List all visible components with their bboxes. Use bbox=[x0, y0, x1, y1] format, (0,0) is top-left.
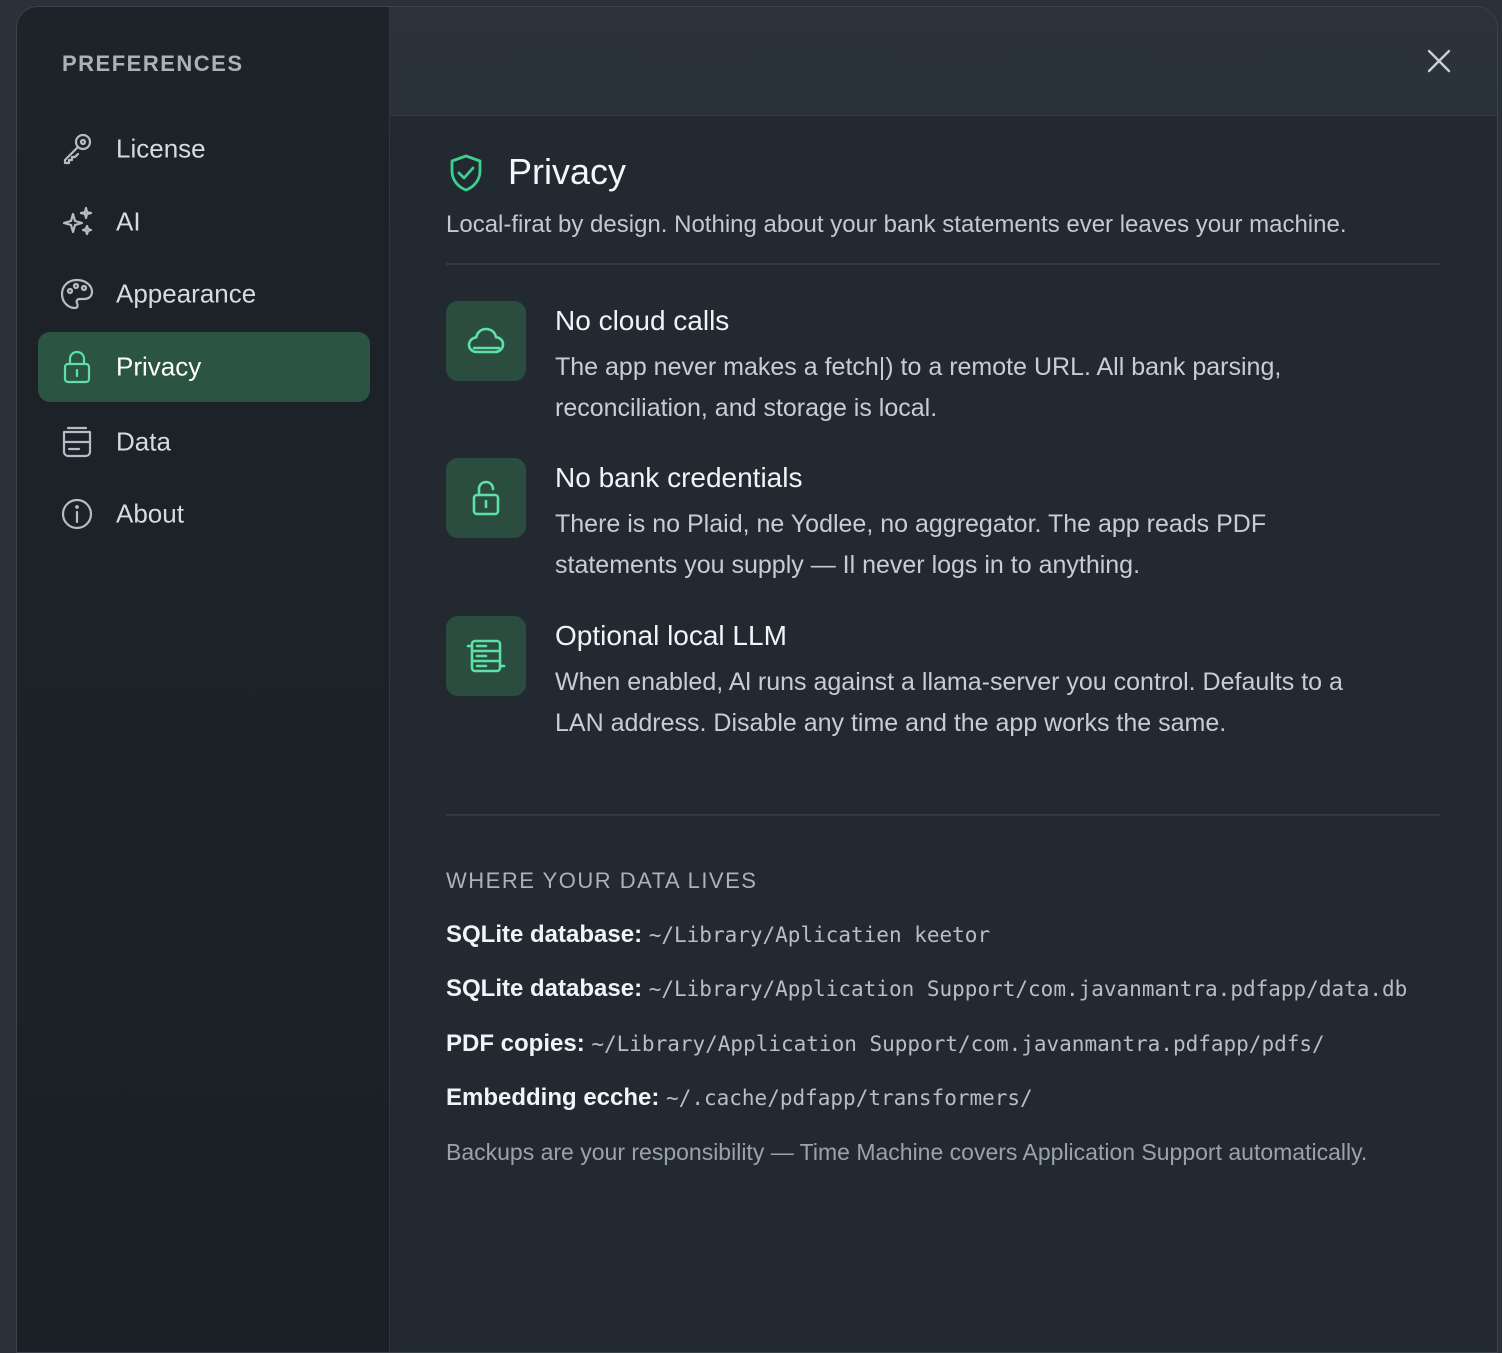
sidebar-item-label: Privacy bbox=[116, 351, 202, 382]
feature-title: No cloud calls bbox=[555, 305, 730, 336]
data-path-label: PDF copies: bbox=[446, 1030, 592, 1057]
server-icon bbox=[466, 639, 506, 673]
backup-note: Backups are your responsibility — Time M… bbox=[446, 1139, 1368, 1165]
feature-icon-box bbox=[446, 458, 526, 538]
sidebar-item-about[interactable]: About bbox=[38, 479, 370, 549]
feature-description: When enabled, Al runs against a llama-se… bbox=[555, 668, 1343, 737]
sparkle-icon bbox=[59, 204, 95, 240]
unlock-icon bbox=[472, 480, 500, 516]
divider bbox=[446, 263, 1440, 265]
close-button[interactable] bbox=[1423, 45, 1455, 77]
data-path-value: ~/Library/Application Support/com.javanm… bbox=[648, 977, 1408, 1001]
sidebar-item-label: Data bbox=[116, 426, 171, 457]
feature-icon-box bbox=[446, 616, 526, 696]
sidebar-item-label: Appearance bbox=[116, 278, 257, 309]
divider bbox=[446, 814, 1440, 816]
database-icon bbox=[59, 424, 95, 460]
sidebar-item-label: License bbox=[116, 133, 206, 164]
page-header: Privacy bbox=[446, 151, 1046, 199]
data-path-row: Embedding ecche: ~/.cache/pdfapp/transfo… bbox=[446, 1084, 1456, 1112]
info-icon bbox=[59, 496, 95, 532]
sidebar-item-license[interactable]: License bbox=[38, 114, 370, 184]
preferences-window: PREFERENCES License AI Appearance Privac… bbox=[16, 6, 1498, 1353]
data-path-row: PDF copies: ~/Library/Application Suppor… bbox=[446, 1030, 1456, 1058]
data-path-value: ~/.cache/pdfapp/transformers/ bbox=[666, 1086, 1033, 1110]
main-panel: Privacy Local-firat by design. Nothing a… bbox=[390, 7, 1497, 1352]
feature-description: There is no Plaid, ne Yodlee, no aggrega… bbox=[555, 510, 1267, 579]
sidebar: PREFERENCES License AI Appearance Privac… bbox=[17, 7, 390, 1352]
title-bar bbox=[390, 7, 1497, 116]
sidebar-item-data[interactable]: Data bbox=[38, 407, 370, 477]
data-path-label: SQLite database: bbox=[446, 921, 649, 948]
data-path-label: SQLite database: bbox=[446, 975, 649, 1002]
page-title: Privacy bbox=[508, 151, 627, 192]
close-icon bbox=[1427, 49, 1451, 73]
lock-icon bbox=[59, 349, 95, 385]
key-icon bbox=[59, 131, 95, 167]
page-subtitle: Local-firat by design. Nothing about you… bbox=[446, 211, 1347, 238]
sidebar-heading: PREFERENCES bbox=[62, 51, 244, 76]
data-location-heading: WHERE YOUR DATA LIVES bbox=[446, 868, 758, 893]
feature-icon-box bbox=[446, 301, 526, 381]
shield-check-icon bbox=[446, 153, 486, 193]
sidebar-item-label: AI bbox=[116, 206, 141, 237]
sidebar-item-label: About bbox=[116, 498, 184, 529]
data-path-label: Embedding ecche: bbox=[446, 1084, 667, 1111]
data-path-row: SQLite database: ~/Library/Aplicatien ke… bbox=[446, 921, 1456, 949]
sidebar-item-appearance[interactable]: Appearance bbox=[38, 259, 370, 329]
data-path-value: ~/Library/Aplicatien keetor bbox=[648, 923, 991, 947]
sidebar-item-privacy[interactable]: Privacy bbox=[38, 332, 370, 402]
sidebar-item-ai[interactable]: AI bbox=[38, 187, 370, 257]
feature-title: No bank credentials bbox=[555, 462, 803, 493]
data-path-value: ~/Library/Application Support/com.javanm… bbox=[591, 1032, 1325, 1056]
cloud-icon bbox=[467, 327, 505, 354]
palette-icon bbox=[59, 276, 95, 312]
feature-description: The app never makes a fetch|) to a remot… bbox=[555, 353, 1282, 422]
feature-title: Optional local LLM bbox=[555, 620, 787, 651]
data-path-row: SQLite database: ~/Library/Application S… bbox=[446, 975, 1456, 1003]
